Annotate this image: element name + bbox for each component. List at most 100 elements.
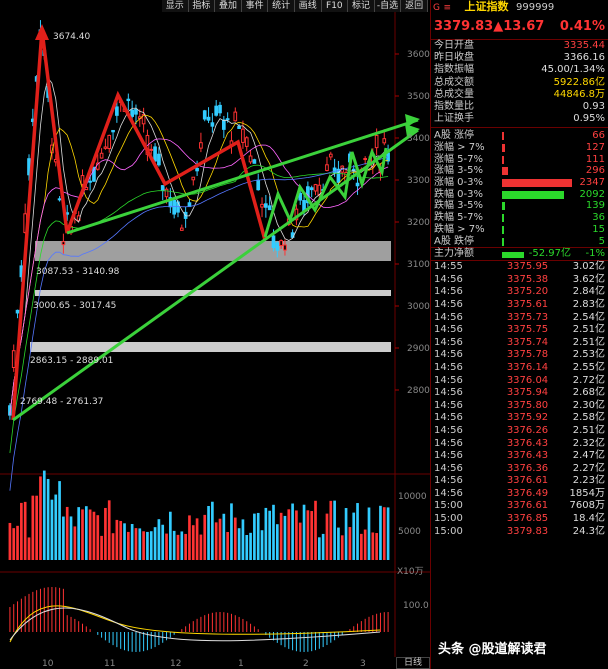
- toolbar-btn-8[interactable]: -自选: [374, 0, 402, 12]
- distribution-bar: [502, 167, 508, 176]
- tick-price: 3375.80: [506, 399, 549, 411]
- tick-volume: 2.51亿: [572, 336, 605, 348]
- stat-value: 5922.86亿: [553, 76, 605, 88]
- candle-body: [199, 142, 203, 149]
- volume-bar: [35, 495, 38, 560]
- price-tick: 3500: [407, 92, 430, 102]
- distribution-label: 涨幅 > 7%: [434, 142, 485, 153]
- volume-bar: [92, 511, 96, 560]
- toolbar-btn-1[interactable]: 指标: [188, 0, 216, 12]
- candle-body: [160, 185, 165, 191]
- tick-row: 14:56 3376.14 2.55亿: [431, 362, 608, 375]
- candle-body: [221, 119, 226, 130]
- distribution-bar: [502, 132, 504, 141]
- toolbar-btn-0[interactable]: 显示: [162, 0, 189, 12]
- volume-bar: [100, 535, 103, 560]
- candle-body: [374, 134, 379, 149]
- volume-bar: [386, 507, 390, 560]
- toolbar-btn-9[interactable]: 返回: [401, 0, 428, 12]
- tick-time: 14:56: [434, 424, 463, 436]
- tick-row: 14:56 3376.36 2.27亿: [431, 463, 608, 476]
- volume-bar: [211, 501, 214, 560]
- macd-dif-line: [9, 607, 381, 642]
- toolbar-btn-5[interactable]: 画线: [294, 0, 322, 12]
- candle-body: [260, 203, 264, 208]
- candle-body: [233, 111, 238, 122]
- volume-bars: [8, 470, 390, 560]
- candle-body: [241, 128, 245, 143]
- volume-bar: [188, 515, 191, 560]
- band-zone-1: [35, 241, 391, 261]
- toolbar-btn-2[interactable]: 叠加: [215, 0, 242, 12]
- tick-row: 14:56 3375.74 2.51亿: [431, 337, 608, 350]
- distribution-label: 跌幅 3-5%: [434, 200, 484, 212]
- quote-panel: G ≡ 上证指数 999999 3379.83 ▲13.67 0.41% 今日开…: [430, 0, 608, 669]
- distribution-row: 跌幅 0-3% 2092: [431, 189, 608, 201]
- tick-volume: 2.84亿: [572, 286, 605, 298]
- toolbar-btn-6[interactable]: F10: [321, 0, 349, 12]
- tick-row: 14:56 3376.43 2.32亿: [431, 438, 608, 451]
- tick-volume: 2.27亿: [572, 462, 605, 474]
- tick-row: 14:56 3375.61 2.83亿: [431, 299, 608, 312]
- tick-row: 14:56 3375.94 2.68亿: [431, 387, 608, 400]
- toolbar-btn-3[interactable]: 事件: [241, 0, 269, 12]
- period-tab[interactable]: 日线: [396, 657, 430, 669]
- tick-time: 15:00: [434, 513, 463, 525]
- volume-bar: [46, 478, 50, 560]
- stat-label: 总成交额: [434, 76, 474, 88]
- volume-bar: [340, 535, 344, 560]
- tick-time: 14:56: [434, 273, 463, 285]
- tick-price: 3375.75: [506, 324, 549, 336]
- distribution-value: 2092: [579, 188, 605, 200]
- candle-body: [248, 155, 253, 163]
- tick-time: 14:56: [434, 399, 463, 411]
- volume-bar: [16, 525, 19, 560]
- current-price: 3379.83: [434, 19, 494, 34]
- tick-volume: 2.32亿: [572, 437, 605, 449]
- volume-bar: [111, 533, 115, 560]
- volume-bar: [153, 527, 157, 560]
- band-zone-2: [35, 290, 391, 296]
- volume-bar: [207, 505, 210, 560]
- candle-body: [267, 205, 272, 211]
- volume-bar: [214, 522, 218, 560]
- distribution-bar: [502, 155, 504, 164]
- volume-bar: [226, 532, 229, 560]
- stat-row: 总成交量 44846.8万: [431, 89, 608, 101]
- tick-list[interactable]: 14:55 3375.95 3.02亿 14:56 3375.38 3.62亿 14:56 3…: [431, 261, 608, 538]
- toolbar-btn-7[interactable]: 标记: [348, 0, 375, 12]
- candle-body: [195, 167, 199, 172]
- tick-volume: 3.02亿: [572, 261, 605, 273]
- ma-line: [9, 115, 389, 416]
- flow-value: -52.97亿: [528, 248, 571, 260]
- volume-bar: [306, 510, 310, 560]
- kline-chart[interactable]: 3600 3500 3400 3300 3200 3100 3000 2900 2800 1000…: [0, 12, 430, 669]
- volume-bar: [256, 512, 260, 560]
- band3-label: 2863.15 - 2889.01: [30, 356, 113, 366]
- tick-volume: 1854万: [569, 487, 605, 499]
- candle-body: [279, 240, 283, 246]
- tick-price: 3375.94: [506, 387, 549, 399]
- distribution-label: 跌幅 5-7%: [434, 212, 484, 224]
- stat-value: 44846.8万: [553, 88, 605, 100]
- candle-body: [214, 105, 219, 116]
- volume-bar: [54, 494, 58, 560]
- high-label: 3674.40: [53, 32, 90, 42]
- distribution-label: 涨幅 0-3%: [434, 177, 484, 189]
- distribution-bar: [502, 225, 504, 234]
- toolbar-btn-4[interactable]: 统计: [268, 0, 295, 12]
- tick-time: 14:56: [434, 487, 463, 499]
- distribution-row: 跌幅 > 7% 15: [431, 224, 608, 236]
- volume-bar: [115, 519, 119, 560]
- candle-body: [191, 176, 196, 181]
- volume-bar: [363, 529, 367, 560]
- volume-bar: [237, 528, 241, 560]
- tick-row: 14:56 3375.38 3.62亿: [431, 274, 608, 287]
- distribution-row: 跌幅 5-7% 36: [431, 212, 608, 224]
- menu-icon[interactable]: ≡: [443, 3, 451, 13]
- tick-price: 3375.38: [506, 273, 549, 285]
- tick-price: 3379.83: [506, 525, 549, 537]
- candle-body: [202, 110, 207, 120]
- distribution-value: 111: [585, 153, 605, 165]
- stat-label: 指数量比: [434, 100, 474, 112]
